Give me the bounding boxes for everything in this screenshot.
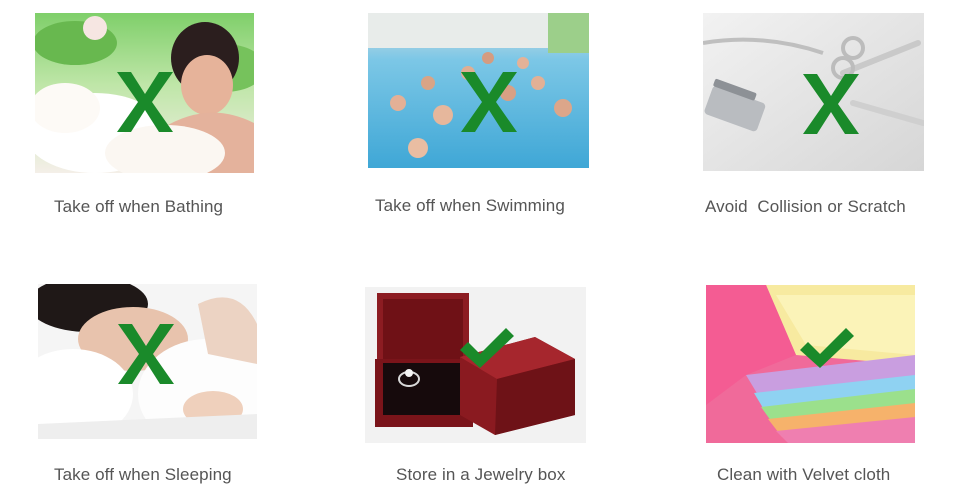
cross-icon [457,68,521,136]
check-icon [458,326,516,370]
caption-sleeping: Take off when Sleeping [54,465,232,484]
check-icon [798,326,856,370]
caption-swimming: Take off when Swimming [375,196,565,215]
caption-velvet-cloth: Clean with Velvet cloth [717,465,891,484]
cross-icon [114,320,178,388]
cross-icon [799,70,863,138]
caption-collision: Avoid Collision or Scratch [705,197,906,216]
cross-icon [113,68,177,136]
caption-jewelry-box: Store in a Jewelry box [396,465,566,484]
caption-bathing: Take off when Bathing [54,197,224,216]
